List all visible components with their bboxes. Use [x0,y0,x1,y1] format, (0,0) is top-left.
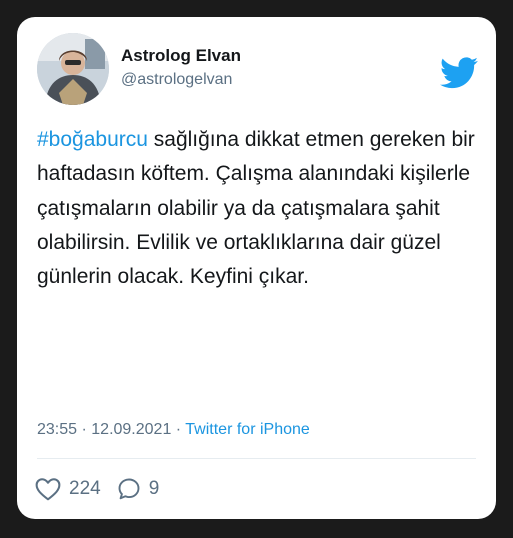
heart-icon [35,478,61,501]
twitter-bird-icon[interactable] [440,57,478,89]
reply-button[interactable]: 9 [117,477,160,501]
divider [37,458,476,459]
meta-separator: · [171,421,186,438]
reply-count: 9 [148,478,160,499]
tweet-meta: 23:55 · 12.09.2021 · Twitter for iPhone [37,419,310,441]
tweet-date[interactable]: 12.09.2021 [91,421,171,438]
display-name[interactable]: Astrolog Elvan [121,45,241,67]
tweet-body: sağlığına dikkat etmen gereken bir hafta… [37,128,475,289]
tweet-source-link[interactable]: Twitter for iPhone [185,421,310,438]
tweet-card: Astrolog Elvan @astrologelvan #boğaburcu… [17,17,496,519]
user-info: Astrolog Elvan @astrologelvan [121,45,241,91]
tweet-actions: 224 9 [35,473,175,505]
speech-bubble-icon [118,478,140,500]
tweet-header: Astrolog Elvan @astrologelvan [37,33,478,113]
like-button[interactable]: 224 [35,477,101,501]
avatar[interactable] [37,33,109,105]
user-handle[interactable]: @astrologelvan [121,69,241,91]
hashtag-link[interactable]: #boğaburcu [37,128,148,151]
like-count: 224 [69,478,101,499]
tweet-time[interactable]: 23:55 [37,421,77,438]
tweet-text: #boğaburcu sağlığına dikkat etmen gereke… [37,123,487,294]
avatar-photo [37,33,109,105]
meta-separator: · [77,421,92,438]
